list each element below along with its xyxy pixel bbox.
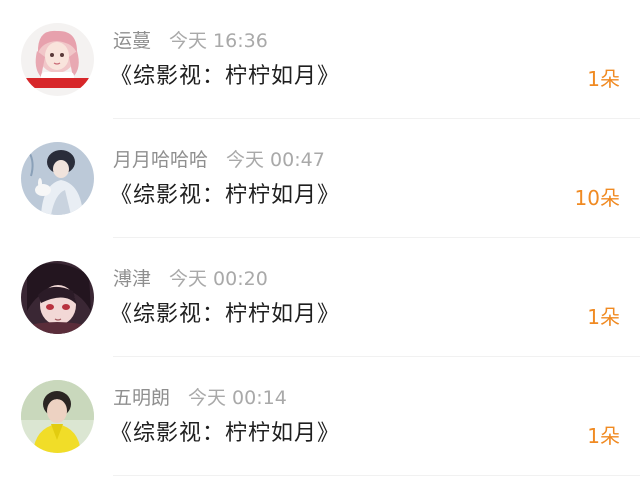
book-title[interactable]: 《综影视：柠柠如月》 [110,179,340,213]
timestamp: 今天 00:47 [226,149,325,171]
avatar[interactable] [21,261,94,334]
user-name[interactable]: 运蔓 [113,30,151,52]
avatar-image-boy-yellow-jacket [21,380,94,453]
item-meta: 溥津 今天 00:20 [113,266,268,292]
list-item[interactable]: 运蔓 今天 16:36 《综影视：柠柠如月》 1朵 [0,0,640,119]
item-meta: 运蔓 今天 16:36 [113,28,268,54]
timestamp: 今天 00:14 [188,387,287,409]
flower-count: 10朵 [574,186,620,210]
user-name[interactable]: 月月哈哈哈 [113,149,208,171]
avatar[interactable] [21,23,94,96]
flower-count: 1朵 [587,424,620,448]
avatar-image-girl-pink-hair [21,23,94,96]
avatar-image-anime-character [21,261,94,334]
flower-count: 1朵 [587,305,620,329]
list-item[interactable]: 溥津 今天 00:20 《综影视：柠柠如月》 1朵 [0,238,640,357]
timestamp: 今天 16:36 [169,30,268,52]
avatar-image-lady-with-rabbit [21,142,94,215]
list-item[interactable]: 月月哈哈哈 今天 00:47 《综影视：柠柠如月》 10朵 [0,119,640,238]
user-name[interactable]: 五明朗 [113,387,170,409]
book-title[interactable]: 《综影视：柠柠如月》 [110,60,340,94]
book-title[interactable]: 《综影视：柠柠如月》 [110,298,340,332]
list-item[interactable]: 五明朗 今天 00:14 《综影视：柠柠如月》 1朵 [0,357,640,476]
item-meta: 五明朗 今天 00:14 [113,385,287,411]
flower-count: 1朵 [587,67,620,91]
book-title[interactable]: 《综影视：柠柠如月》 [110,417,340,451]
avatar[interactable] [21,380,94,453]
divider [113,475,640,476]
avatar[interactable] [21,142,94,215]
gift-list: 运蔓 今天 16:36 《综影视：柠柠如月》 1朵 月月哈哈哈 今天 00:47 《… [0,0,640,496]
item-meta: 月月哈哈哈 今天 00:47 [113,147,325,173]
timestamp: 今天 00:20 [169,268,268,290]
user-name[interactable]: 溥津 [113,268,151,290]
